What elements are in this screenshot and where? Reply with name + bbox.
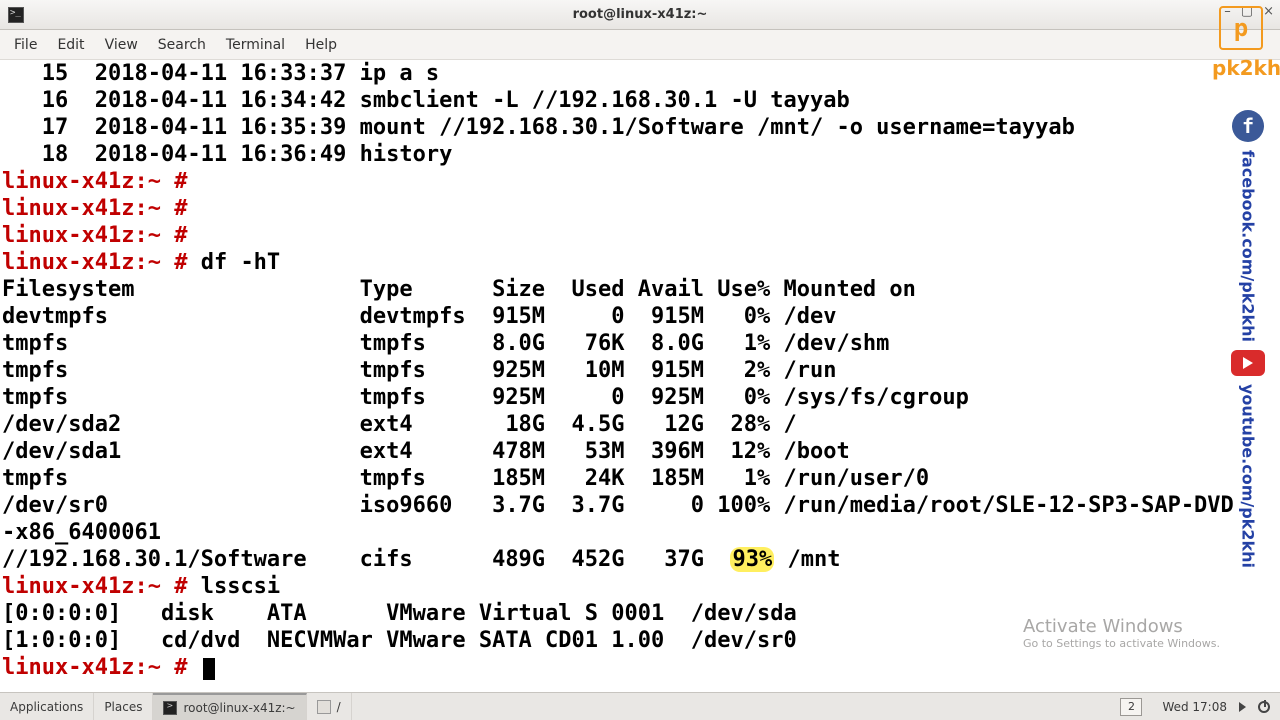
prompt-host: linux-x41z:	[2, 223, 148, 248]
cmd-lsscsi: lsscsi	[201, 574, 280, 599]
window-title: root@linux-x41z:~	[0, 7, 1280, 22]
prompt-symbol: #	[161, 169, 188, 194]
prompt-symbol: #	[161, 196, 188, 221]
df-row-wrap: -x86_6400061	[2, 520, 161, 545]
prompt-host: linux-x41z:	[2, 655, 148, 680]
volume-icon[interactable]	[1239, 702, 1246, 712]
taskbar-filemanager[interactable]: /	[307, 693, 352, 720]
prompt-path: ~	[148, 574, 161, 599]
menu-terminal[interactable]: Terminal	[218, 35, 293, 55]
brand-side-stripe: f facebook.com/pk2khi youtube.com/pk2khi	[1230, 110, 1266, 692]
brand-letter: p	[1219, 6, 1263, 50]
prompt-symbol: #	[161, 655, 188, 680]
df-row-mnt-use: 93%	[730, 547, 774, 572]
df-row-mnt-post: /mnt	[774, 547, 840, 572]
menu-edit[interactable]: Edit	[49, 35, 92, 55]
power-icon[interactable]	[1258, 701, 1270, 713]
watermark-sub: Go to Settings to activate Windows.	[1023, 637, 1220, 650]
activate-windows-watermark: Activate Windows Go to Settings to activ…	[1023, 616, 1220, 650]
terminal-output[interactable]: 15 2018-04-11 16:33:37 ip a s 16 2018-04…	[0, 60, 1280, 692]
df-header: Filesystem Type Size Used Avail Use% Mou…	[2, 277, 916, 302]
cmd-df: df -hT	[201, 250, 280, 275]
taskbar-terminal-label: root@linux-x41z:~	[183, 701, 295, 715]
taskbar-terminal[interactable]: root@linux-x41z:~	[153, 693, 306, 720]
prompt-path: ~	[148, 196, 161, 221]
prompt-host: linux-x41z:	[2, 196, 148, 221]
system-tray: 2 Wed 17:08	[1120, 698, 1280, 716]
terminal-icon	[163, 701, 177, 715]
history-line: 16 2018-04-11 16:34:42 smbclient -L //19…	[2, 88, 850, 113]
df-row: devtmpfs devtmpfs 915M 0 915M 0% /dev	[2, 304, 836, 329]
df-row: /dev/sr0 iso9660 3.7G 3.7G 0 100% /run/m…	[2, 493, 1234, 518]
taskbar-filemanager-label: /	[337, 700, 341, 714]
lsscsi-row: [1:0:0:0] cd/dvd NECVMWar VMware SATA CD…	[2, 628, 797, 653]
filemanager-icon	[317, 700, 331, 714]
df-row: tmpfs tmpfs 925M 0 925M 0% /sys/fs/cgrou…	[2, 385, 969, 410]
df-row: tmpfs tmpfs 925M 10M 915M 2% /run	[2, 358, 836, 383]
prompt-symbol: #	[161, 223, 188, 248]
df-row-mnt-pre: //192.168.30.1/Software cifs 489G 452G 3…	[2, 547, 730, 572]
facebook-icon: f	[1232, 110, 1264, 142]
prompt-path: ~	[148, 223, 161, 248]
youtube-icon	[1231, 350, 1265, 376]
desktop-panel: Applications Places root@linux-x41z:~ / …	[0, 692, 1280, 720]
prompt-path: ~	[148, 250, 161, 275]
prompt-host: linux-x41z:	[2, 169, 148, 194]
panel-clock[interactable]: Wed 17:08	[1162, 700, 1227, 714]
prompt-symbol: #	[161, 574, 188, 599]
df-row: tmpfs tmpfs 185M 24K 185M 1% /run/user/0	[2, 466, 929, 491]
df-row: tmpfs tmpfs 8.0G 76K 8.0G 1% /dev/shm	[2, 331, 889, 356]
cursor	[203, 658, 215, 680]
lsscsi-row: [0:0:0:0] disk ATA VMware Virtual S 0001…	[2, 601, 797, 626]
prompt-host: linux-x41z:	[2, 250, 148, 275]
panel-places[interactable]: Places	[94, 693, 153, 720]
menu-file[interactable]: File	[6, 35, 45, 55]
menubar: File Edit View Search Terminal Help	[0, 30, 1280, 60]
window-titlebar: root@linux-x41z:~ – ▢ ×	[0, 0, 1280, 30]
panel-applications[interactable]: Applications	[0, 693, 94, 720]
brand-facebook-url: facebook.com/pk2khi	[1239, 150, 1258, 342]
history-line: 17 2018-04-11 16:35:39 mount //192.168.3…	[2, 115, 1075, 140]
workspace-switcher[interactable]: 2	[1120, 698, 1142, 716]
prompt-path: ~	[148, 655, 161, 680]
brand-youtube-url: youtube.com/pk2khi	[1239, 384, 1258, 568]
history-line: 15 2018-04-11 16:33:37 ip a s	[2, 61, 439, 86]
df-row: /dev/sda2 ext4 18G 4.5G 12G 28% /	[2, 412, 797, 437]
menu-view[interactable]: View	[97, 35, 146, 55]
watermark-heading: Activate Windows	[1023, 616, 1220, 637]
menu-help[interactable]: Help	[297, 35, 345, 55]
df-row: /dev/sda1 ext4 478M 53M 396M 12% /boot	[2, 439, 850, 464]
prompt-symbol: #	[161, 250, 188, 275]
brand-name: pk2khi	[1212, 56, 1270, 80]
prompt-host: linux-x41z:	[2, 574, 148, 599]
menu-search[interactable]: Search	[150, 35, 214, 55]
brand-logo: p pk2khi	[1212, 6, 1270, 116]
prompt-path: ~	[148, 169, 161, 194]
history-line: 18 2018-04-11 16:36:49 history	[2, 142, 452, 167]
